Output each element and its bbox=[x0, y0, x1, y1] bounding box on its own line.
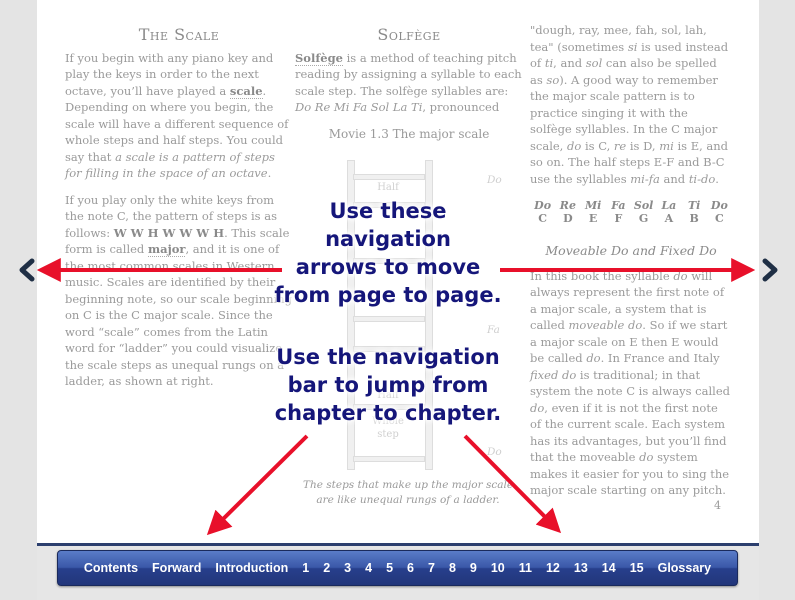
solfege-table: Do C Re D Mi E Fa F Sol G La A Ti B Do C bbox=[530, 199, 732, 225]
nav-item-chapter-12[interactable]: 12 bbox=[539, 561, 567, 575]
left-margin bbox=[0, 0, 37, 600]
nav-item-chapter-9[interactable]: 9 bbox=[463, 561, 484, 575]
glossary-link-major[interactable]: major bbox=[147, 242, 186, 257]
previous-page-button[interactable] bbox=[16, 258, 40, 282]
paragraph-solfege-1: Solfège is a method of teaching pitch re… bbox=[295, 50, 522, 114]
paragraph-solfege-2: "dough, ray, mee, fah, sol, lah, tea" (s… bbox=[530, 23, 729, 186]
nav-item-glossary[interactable]: Glossary bbox=[651, 561, 719, 575]
nav-item-chapter-6[interactable]: 6 bbox=[400, 561, 421, 575]
movie-title: Movie 1.3 The major scale bbox=[328, 126, 490, 141]
nav-item-chapter-5[interactable]: 5 bbox=[379, 561, 400, 575]
section-title-solfege: Solfège bbox=[377, 25, 441, 44]
nav-item-chapter-2[interactable]: 2 bbox=[316, 561, 337, 575]
nav-item-introduction[interactable]: Introduction bbox=[208, 561, 295, 575]
nav-item-contents[interactable]: Contents bbox=[77, 561, 145, 575]
solfege-cell: Mi E bbox=[584, 199, 602, 225]
solfege-cell: Do C bbox=[534, 199, 552, 225]
nav-item-chapter-8[interactable]: 8 bbox=[442, 561, 463, 575]
help-text-arrows: Use these navigation arrows to move from… bbox=[274, 199, 502, 307]
solfege-cell: Sol G bbox=[633, 199, 654, 225]
nav-item-chapter-1[interactable]: 1 bbox=[295, 561, 316, 575]
subsection-title-moveable-do: Moveable Do and Fixed Do bbox=[545, 243, 717, 258]
column-solfege-continued: "dough, ray, mee, fah, sol, lah, tea" (s… bbox=[530, 0, 732, 509]
nav-item-chapter-13[interactable]: 13 bbox=[567, 561, 595, 575]
glossary-link-scale[interactable]: scale bbox=[229, 83, 263, 99]
page-number: 4 bbox=[714, 499, 721, 512]
section-title-scale: The Scale bbox=[138, 25, 220, 44]
chevron-left-icon bbox=[19, 258, 35, 282]
paragraph-moveable-do: In this book the syllable do will always… bbox=[530, 268, 730, 498]
nav-item-chapter-10[interactable]: 10 bbox=[484, 561, 512, 575]
nav-item-chapter-4[interactable]: 4 bbox=[358, 561, 379, 575]
nav-item-chapter-7[interactable]: 7 bbox=[421, 561, 442, 575]
chevron-right-icon bbox=[762, 258, 778, 282]
solfege-cell: Re D bbox=[559, 199, 576, 225]
book-viewer: The Scale If you begin with any piano ke… bbox=[0, 0, 795, 600]
glossary-link-solfege[interactable]: Solfège bbox=[295, 50, 343, 66]
nav-item-forward[interactable]: Forward bbox=[145, 561, 208, 575]
column-solfege: Solfège Solfège is a method of teaching … bbox=[295, 0, 523, 506]
solfege-cell: Ti B bbox=[687, 199, 701, 225]
nav-item-chapter-15[interactable]: 15 bbox=[623, 561, 651, 575]
nav-item-chapter-3[interactable]: 3 bbox=[337, 561, 358, 575]
right-margin bbox=[759, 0, 795, 600]
nav-item-chapter-11[interactable]: 11 bbox=[512, 561, 539, 575]
column-scale: The Scale If you begin with any piano ke… bbox=[65, 0, 293, 400]
help-text-navbar: Use the navigation bar to jump from chap… bbox=[274, 345, 502, 425]
next-page-button[interactable] bbox=[757, 258, 781, 282]
nav-item-chapter-14[interactable]: 14 bbox=[595, 561, 623, 575]
figure-caption: The steps that make up the major scale a… bbox=[302, 479, 514, 506]
solfege-cell: Fa F bbox=[611, 199, 626, 225]
solfege-cell: Do C bbox=[710, 199, 728, 225]
chapter-navigation-bar: Contents Forward Introduction 1 2 3 4 5 … bbox=[57, 550, 738, 586]
solfege-cell: La A bbox=[661, 199, 677, 225]
paragraph-scale-1: If you begin with any piano key and play… bbox=[65, 50, 289, 181]
